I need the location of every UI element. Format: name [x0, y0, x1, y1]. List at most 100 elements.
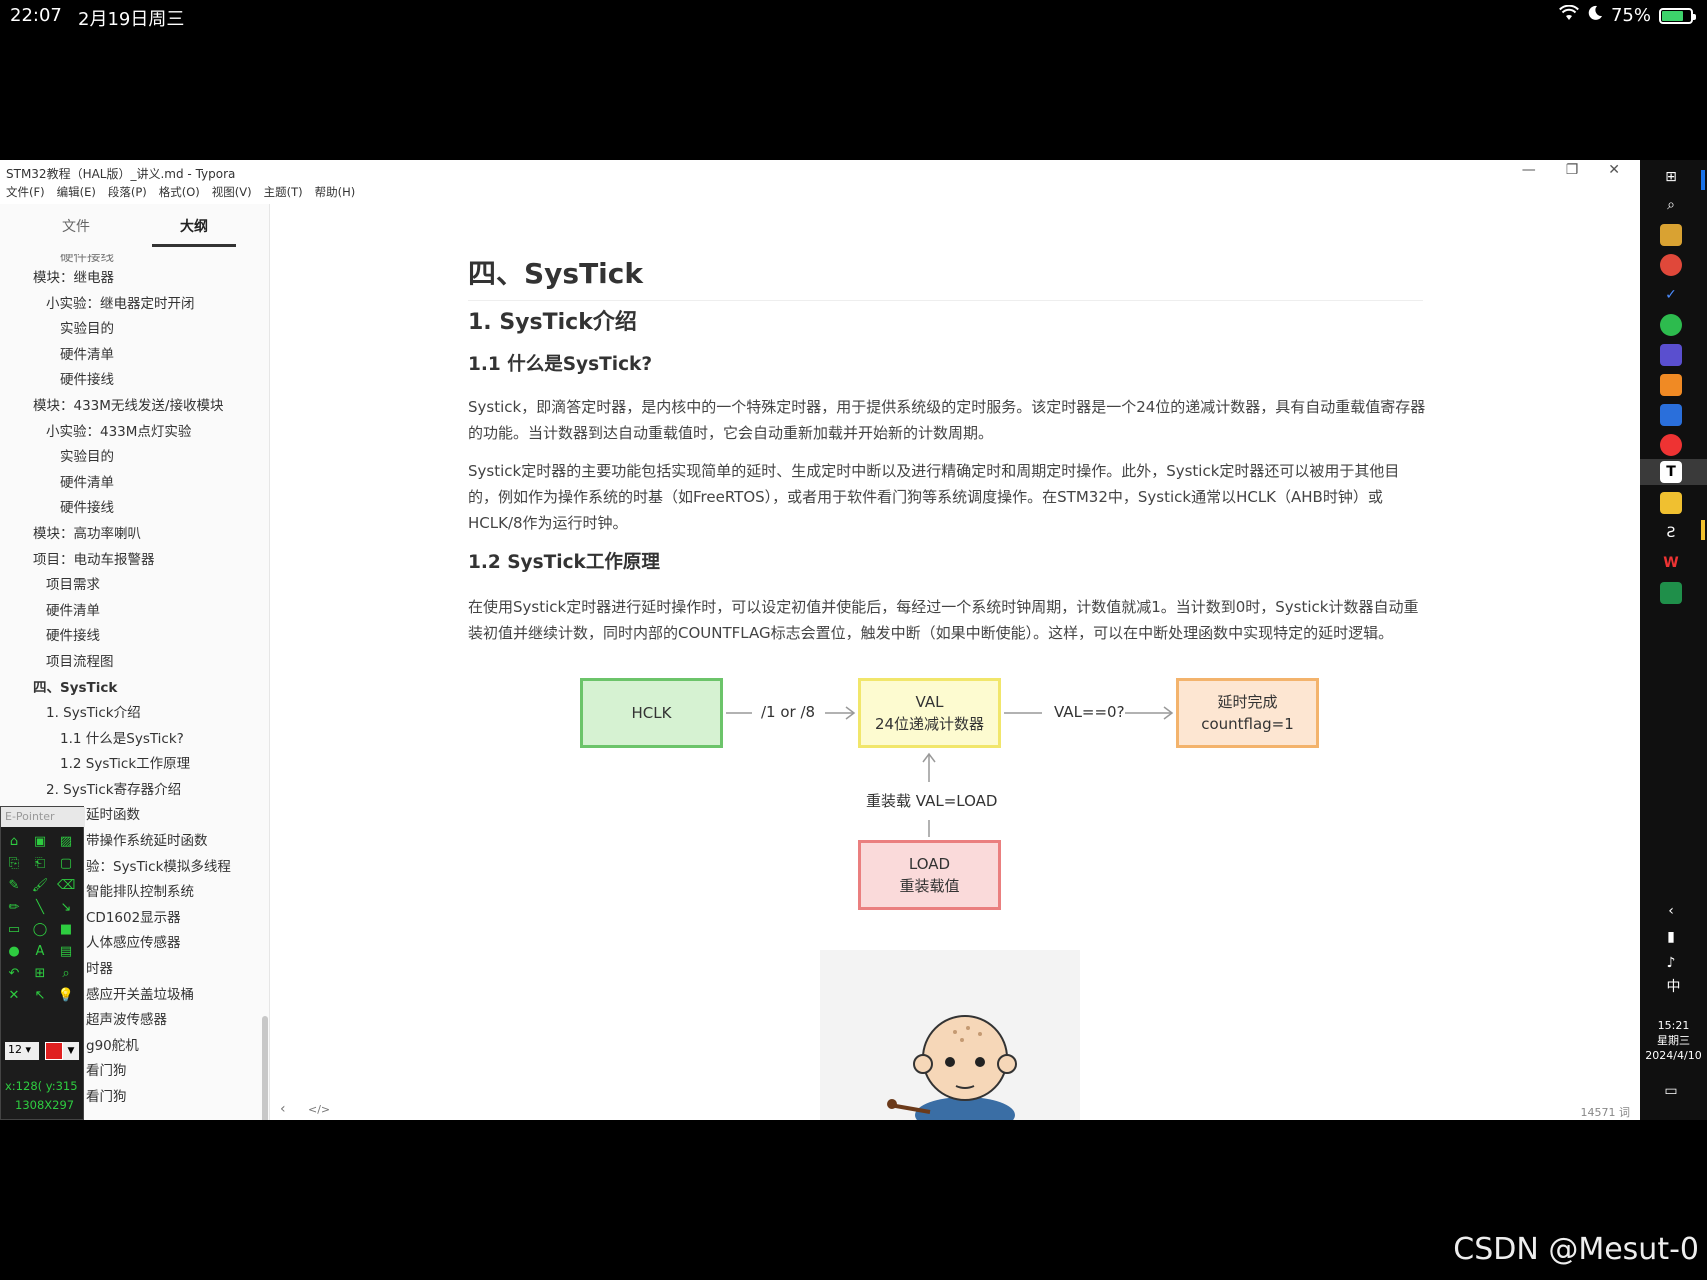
menu-item[interactable]: 主题(T) — [264, 184, 303, 204]
cartoon-monk-icon — [887, 1015, 1017, 1120]
eraser-icon[interactable]: ⌫ — [57, 877, 75, 895]
wechat-icon[interactable] — [1660, 314, 1682, 336]
pencil-icon[interactable]: ✏ — [5, 899, 23, 917]
outline-item[interactable]: 模块：高功率喇叭 — [0, 522, 269, 548]
pen-size-select[interactable]: 12 ▾ — [5, 1042, 39, 1060]
window-controls: — ❐ ✕ — [1522, 162, 1620, 178]
hclk-label: HCLK — [631, 704, 672, 722]
sticky-notes-icon[interactable] — [1660, 492, 1682, 514]
menu-item[interactable]: 段落(P) — [108, 184, 147, 204]
chrome-icon[interactable] — [1660, 254, 1682, 276]
wps-icon[interactable]: W — [1660, 552, 1682, 574]
bulb-icon[interactable]: 💡 — [57, 987, 75, 1005]
app-orange-icon[interactable] — [1660, 374, 1682, 396]
divider-label: /1 or /8 — [761, 703, 816, 721]
diagram-arrows — [726, 706, 1174, 837]
arrow-icon[interactable]: ↘ — [57, 899, 75, 917]
outline-item[interactable]: 硬件清单 — [0, 343, 269, 369]
word-count[interactable]: 14571 词 — [1581, 1104, 1631, 1120]
outline-item[interactable]: 小实验：433M点灯实验 — [0, 420, 269, 446]
record-icon[interactable] — [1660, 434, 1682, 456]
ime-indicator[interactable]: 中 — [1640, 980, 1707, 995]
outline-item[interactable]: 项目：电动车报警器 — [0, 548, 269, 574]
notification-icon[interactable]: ▭ — [1660, 1080, 1682, 1102]
battery-fill — [1662, 10, 1683, 21]
check-label: VAL==0? — [1054, 703, 1125, 721]
menu-item[interactable]: 编辑(E) — [57, 184, 96, 204]
rectangle-icon[interactable]: ▭ — [5, 921, 23, 939]
sidebar-scrollbar[interactable] — [262, 1016, 268, 1120]
outline-item[interactable]: 1.2 SysTick工作原理 — [0, 752, 269, 778]
cursor-icon[interactable]: ↖ — [31, 987, 49, 1005]
outline-item[interactable]: 1.1 什么是SysTick? — [0, 727, 269, 753]
outline-item[interactable]: 项目流程图 — [0, 650, 269, 676]
ellipse-icon[interactable]: ◯ — [31, 921, 49, 939]
file-explorer-icon[interactable] — [1660, 224, 1682, 246]
search-icon[interactable]: ⌕ — [1660, 194, 1682, 216]
filled-ellipse-icon[interactable]: ● — [5, 943, 23, 961]
save-icon[interactable]: ▣ — [31, 833, 49, 851]
val-desc: 24位递减计数器 — [874, 715, 985, 733]
tab-files[interactable]: 文件 — [34, 216, 118, 236]
menu-item[interactable]: 视图(V) — [212, 184, 252, 204]
menu-item[interactable]: 帮助(H) — [315, 184, 356, 204]
paste-icon[interactable]: ⎗ — [31, 855, 49, 873]
app-icon[interactable] — [1660, 344, 1682, 366]
source-code-toggle-icon[interactable]: </> — [308, 1103, 330, 1116]
chevron-down-icon[interactable]: ▼ — [63, 1042, 79, 1060]
zoom-icon[interactable]: ⌕ — [57, 965, 75, 983]
clock-time[interactable]: 15:21 — [1640, 1018, 1707, 1033]
close-icon[interactable]: ✕ — [5, 987, 23, 1005]
outline-item[interactable]: 项目需求 — [0, 573, 269, 599]
outline-item[interactable]: 小实验：继电器定时开闭 — [0, 292, 269, 318]
typora-icon[interactable]: T — [1660, 461, 1682, 483]
outline-item[interactable]: 硬件接线 — [0, 254, 269, 266]
grid-icon[interactable]: ⊞ — [31, 965, 49, 983]
open-icon[interactable]: ⌂ — [5, 833, 23, 851]
minimize-icon[interactable]: — — [1522, 162, 1536, 178]
undo-icon[interactable]: ↶ — [5, 965, 23, 983]
countflag-label: countflag=1 — [1201, 715, 1294, 733]
app-blue-icon[interactable] — [1660, 404, 1682, 426]
image-icon[interactable]: ▨ — [57, 833, 75, 851]
outline-item[interactable]: 硬件清单 — [0, 471, 269, 497]
restore-icon[interactable]: ❐ — [1566, 162, 1579, 178]
pen-color-swatch[interactable] — [45, 1042, 63, 1060]
outline-item[interactable]: 1. SysTick介绍 — [0, 701, 269, 727]
tab-outline[interactable]: 大纲 — [152, 216, 236, 236]
outline-item[interactable]: 硬件接线 — [0, 496, 269, 522]
outline-item[interactable]: 硬件接线 — [0, 624, 269, 650]
outline-item[interactable]: 模块：继电器 — [0, 266, 269, 292]
status-time: 22:07 — [10, 5, 62, 26]
clock-date[interactable]: 2024/4/10 — [1640, 1048, 1707, 1063]
rect-select-icon[interactable]: ▢ — [57, 855, 75, 873]
usb-icon[interactable]: ▮ — [1660, 926, 1682, 948]
menu-item[interactable]: 格式(O) — [159, 184, 200, 204]
chevron-left-icon[interactable]: ‹ — [280, 1101, 286, 1117]
volume-icon[interactable]: ♪ — [1660, 952, 1682, 974]
highlight-icon[interactable]: ▤ — [57, 943, 75, 961]
close-icon[interactable]: ✕ — [1608, 162, 1620, 178]
outline-item[interactable]: 2. SysTick寄存器介绍 — [0, 778, 269, 804]
copy-icon[interactable]: ⎘ — [5, 855, 23, 873]
clock-day[interactable]: 星期三 — [1640, 1033, 1707, 1048]
chevron-left-icon[interactable]: ‹ — [1660, 900, 1682, 922]
windows-start-icon[interactable]: ⊞ — [1660, 166, 1682, 188]
outline-item[interactable]: 硬件清单 — [0, 599, 269, 625]
filled-rect-icon[interactable]: ■ — [57, 921, 75, 939]
todo-icon[interactable]: ✓ — [1660, 284, 1682, 306]
outline-item[interactable]: 模块：433M无线发送/接收模块 — [0, 394, 269, 420]
outline-item[interactable]: 实验目的 — [0, 445, 269, 471]
brush-icon[interactable]: 🖌 — [31, 877, 49, 895]
reload-label: 重装载 VAL=LOAD — [866, 792, 998, 810]
outline-item[interactable]: 四、SysTick — [0, 676, 269, 702]
pen-icon[interactable]: ✎ — [5, 877, 23, 895]
diagram-hclk-box: HCLK — [580, 678, 723, 748]
app-s-icon[interactable]: Ƨ — [1660, 522, 1682, 544]
line-icon[interactable]: ╲ — [31, 899, 49, 917]
menu-item[interactable]: 文件(F) — [6, 184, 45, 204]
text-icon[interactable]: A — [31, 943, 49, 961]
outline-item[interactable]: 硬件接线 — [0, 368, 269, 394]
excel-icon[interactable] — [1660, 582, 1682, 604]
outline-item[interactable]: 实验目的 — [0, 317, 269, 343]
